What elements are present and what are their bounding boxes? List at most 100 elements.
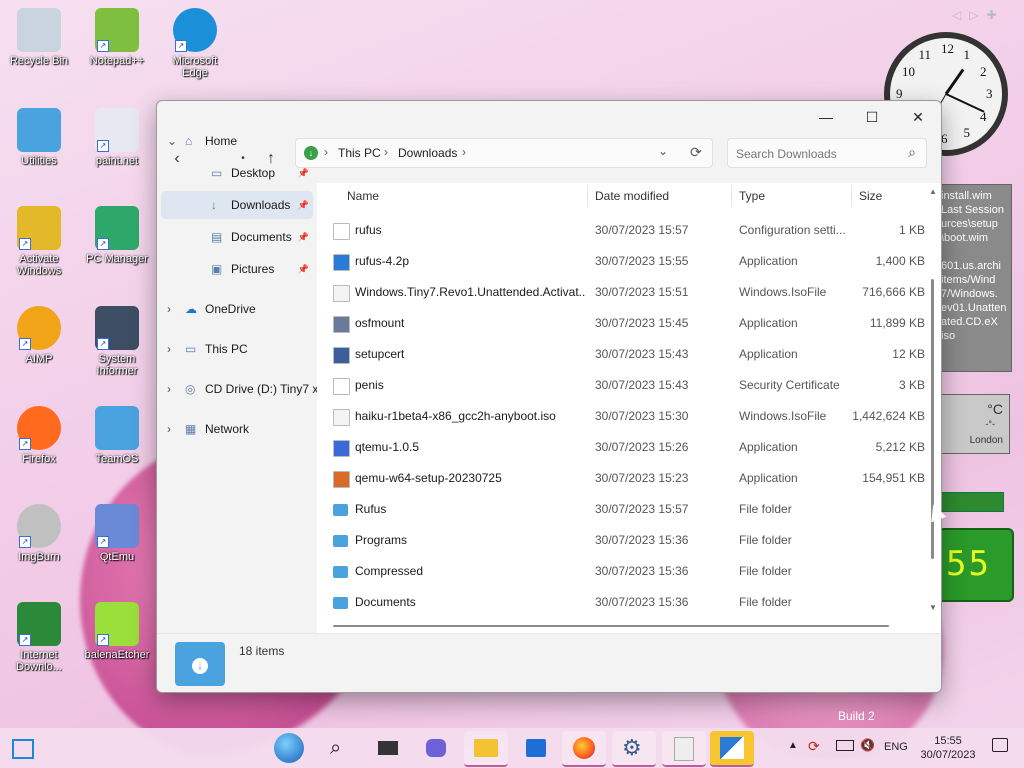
cell-type: Application <box>739 254 798 268</box>
desktop-icon[interactable]: ↗ AIMP <box>4 306 74 365</box>
sidebar-item-pictures[interactable]: ▣ Pictures 📌 <box>161 255 313 283</box>
desktop-icon[interactable]: ↗ System Informer <box>82 306 152 377</box>
table-row[interactable]: qtemu-1.0.5 30/07/2023 15:26 Application 5,… <box>317 432 925 463</box>
pin-icon[interactable]: 📌 <box>298 223 309 251</box>
table-row[interactable]: Documents 30/07/2023 15:36 File folder <box>317 587 925 618</box>
sidebar-item-this-pc[interactable]: › ▭ This PC <box>161 335 313 363</box>
cell-size: 11,899 KB <box>869 316 925 330</box>
chevron-down-icon[interactable]: ⌄ <box>658 144 668 158</box>
desktop-icon[interactable]: ↗ Microsoft Edge <box>160 8 230 79</box>
sidebar-item-home[interactable]: ⌄ ⌂ Home <box>161 127 313 155</box>
cell-name: Programs <box>355 533 408 547</box>
desktop-icon[interactable]: ↗ PC Manager <box>82 206 152 265</box>
refresh-icon[interactable]: ⟳ <box>690 144 702 161</box>
cell-date: 30/07/2023 15:36 <box>595 564 689 578</box>
notification-icon[interactable] <box>992 738 1008 752</box>
pin-icon[interactable]: 📌 <box>298 191 309 219</box>
desktop-icon[interactable]: ↗ balenaEtcher <box>82 602 152 661</box>
search-box[interactable]: Search Downloads ⌕ <box>727 138 927 168</box>
expand-chevron-icon[interactable]: › <box>167 295 171 323</box>
tray-overflow-icon[interactable]: ▲ <box>788 740 798 751</box>
widgets-button[interactable] <box>4 731 48 765</box>
column-header-date[interactable]: Date modified <box>595 183 669 209</box>
maximize-button[interactable]: ☐ <box>849 101 895 133</box>
file-explorer-taskbar-button[interactable] <box>464 731 508 767</box>
language-indicator[interactable]: ENG <box>884 741 908 753</box>
shortcut-arrow-icon: ↗ <box>19 634 31 646</box>
breadcrumb-separator: › <box>324 145 328 159</box>
tray-battery-icon[interactable] <box>836 740 854 751</box>
minimize-button[interactable]: — <box>803 101 849 133</box>
search-input[interactable]: Search Downloads <box>736 147 837 161</box>
sidebar-item-label: Network <box>205 422 250 436</box>
settings-taskbar-button[interactable]: ⚙ <box>612 731 656 767</box>
close-button[interactable]: ✕ <box>895 101 941 133</box>
cell-date: 30/07/2023 15:43 <box>595 378 689 392</box>
notepad-taskbar-button[interactable] <box>662 731 706 767</box>
task-view-button[interactable] <box>366 731 410 765</box>
sidebar-item-desktop[interactable]: ▭ Desktop 📌 <box>161 159 313 187</box>
store-button[interactable] <box>514 731 558 765</box>
tray-volume-icon[interactable]: 🔇 <box>860 738 875 752</box>
breadcrumb-downloads[interactable]: Downloads <box>398 146 457 160</box>
table-row[interactable]: rufus 30/07/2023 15:57 Configuration setti… <box>317 215 925 246</box>
expand-chevron-icon[interactable]: › <box>167 335 171 363</box>
desktop-icon[interactable]: ↗ Activate Windows <box>4 206 74 277</box>
address-bar[interactable]: ↓ › This PC › Downloads › ⌄ ⟳ <box>295 138 713 168</box>
taskbar-clock[interactable]: 15:55 30/07/2023 <box>916 734 980 762</box>
desktop-icon[interactable]: ↗ Firefox <box>4 406 74 465</box>
start-button[interactable] <box>268 731 312 765</box>
table-row[interactable]: qemu-w64-setup-20230725 30/07/2023 15:23 A… <box>317 463 925 494</box>
column-header-size[interactable]: Size <box>859 183 882 209</box>
table-row[interactable]: Programs 30/07/2023 15:36 File folder <box>317 525 925 556</box>
desktop-icon[interactable]: ↗ ImgBurn <box>4 504 74 563</box>
desktop-icon[interactable]: ↗ Notepad++ <box>82 8 152 67</box>
weather-gadget[interactable]: °C -°- London <box>940 394 1010 454</box>
sidebar-item-network[interactable]: › ▦ Network <box>161 415 313 443</box>
pin-icon[interactable]: 📌 <box>298 255 309 283</box>
cell-type: File folder <box>739 533 792 547</box>
desktop-icon[interactable]: ↗ paint.net <box>82 108 152 167</box>
table-row[interactable]: osfmount 30/07/2023 15:45 Application 11,89… <box>317 308 925 339</box>
column-header-type[interactable]: Type <box>739 183 765 209</box>
expand-chevron-icon[interactable]: ⌄ <box>167 127 177 155</box>
hscroll-thumb[interactable] <box>333 625 889 627</box>
expand-chevron-icon[interactable]: › <box>167 375 171 403</box>
cell-name: Compressed <box>355 564 424 578</box>
breadcrumb-separator: › <box>384 145 388 159</box>
expand-chevron-icon[interactable]: › <box>167 415 171 443</box>
notes-gadget[interactable]: install.wim Last Session urces\setup \boot.… <box>938 184 1012 372</box>
sidebar-item-cd-drive-d-tiny7-x[interactable]: › ◎ CD Drive (D:) Tiny7 x <box>161 375 318 403</box>
firefox-taskbar-button[interactable] <box>562 731 606 767</box>
table-row[interactable]: setupcert 30/07/2023 15:43 Application 12 K… <box>317 339 925 370</box>
notes-line: \boot.wim <box>941 232 989 244</box>
search-button[interactable]: ⌕ <box>318 731 362 765</box>
desktop-icon[interactable]: ↗ QtEmu <box>82 504 152 563</box>
sidebar-item-documents[interactable]: ▤ Documents 📌 <box>161 223 313 251</box>
desktop-icon[interactable]: ↗ Internet Downlo... <box>4 602 74 673</box>
desktop-icon[interactable]: TeamOS <box>82 406 152 465</box>
breadcrumb-this-pc[interactable]: This PC <box>338 146 381 160</box>
desktop-icon[interactable]: Utilities <box>4 108 74 167</box>
vertical-scrollbar[interactable]: ▲ ▼ <box>927 183 939 623</box>
table-row[interactable]: Rufus 30/07/2023 15:57 File folder <box>317 494 925 525</box>
table-row[interactable]: rufus-4.2p 30/07/2023 15:55 Application 1,4… <box>317 246 925 277</box>
teams-button[interactable] <box>414 731 458 765</box>
horizontal-scrollbar[interactable] <box>333 623 913 631</box>
digital-clock-gadget[interactable]: 55 <box>938 528 1014 602</box>
desktop-icon[interactable]: Recycle Bin <box>4 8 74 67</box>
pin-icon[interactable]: 📌 <box>298 159 309 187</box>
sidebar-item-onedrive[interactable]: › ☁ OneDrive <box>161 295 313 323</box>
table-row[interactable]: penis 30/07/2023 15:43 Security Certificat… <box>317 370 925 401</box>
scroll-up-arrow[interactable]: ▲ <box>929 187 937 196</box>
tray-sync-icon[interactable]: ⟳ <box>808 738 820 755</box>
desktop-icon-label: System Informer <box>96 353 138 377</box>
table-row[interactable]: Compressed 30/07/2023 15:36 File folder <box>317 556 925 587</box>
scroll-down-arrow[interactable]: ▼ <box>929 603 937 612</box>
sidebar-item-downloads[interactable]: ↓ Downloads 📌 <box>161 191 313 219</box>
column-header-name[interactable]: Name <box>347 183 379 209</box>
table-row[interactable]: haiku-r1beta4-x86_gcc2h-anyboot.iso 30/07… <box>317 401 925 432</box>
clock-number: 5 <box>963 124 971 140</box>
rufus-taskbar-button[interactable] <box>710 731 754 767</box>
table-row[interactable]: Windows.Tiny7.Revo1.Unattended.Activat..… <box>317 277 925 308</box>
